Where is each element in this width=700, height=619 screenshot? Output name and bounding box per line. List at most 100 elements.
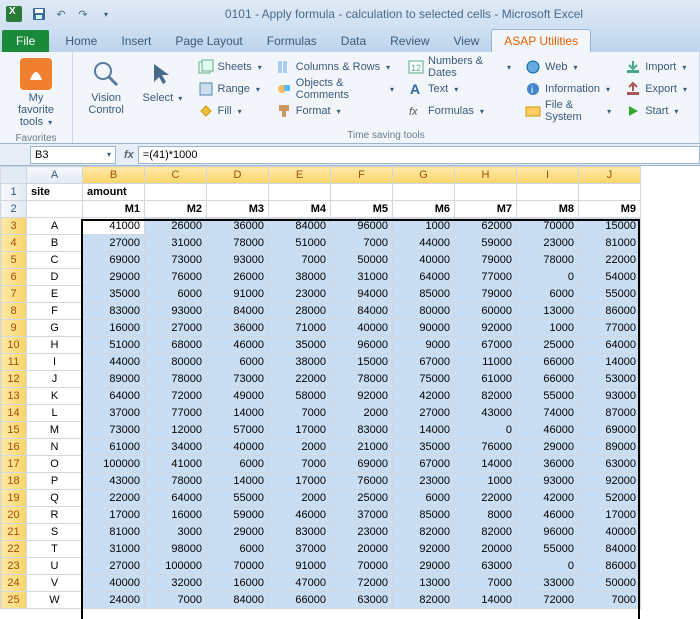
cell[interactable]: 87000 bbox=[579, 405, 641, 422]
select-all-corner[interactable] bbox=[1, 167, 27, 184]
cell[interactable]: 24000 bbox=[83, 592, 145, 609]
cell[interactable]: V bbox=[27, 575, 83, 592]
cell[interactable]: 37000 bbox=[83, 405, 145, 422]
row-header[interactable]: 23 bbox=[1, 558, 27, 575]
cell[interactable]: T bbox=[27, 541, 83, 558]
row-header[interactable]: 6 bbox=[1, 269, 27, 286]
cell[interactable]: 93000 bbox=[145, 303, 207, 320]
tab-review[interactable]: Review bbox=[378, 30, 441, 52]
cell[interactable]: 78000 bbox=[145, 473, 207, 490]
cell[interactable]: U bbox=[27, 558, 83, 575]
cell[interactable]: 29000 bbox=[393, 558, 455, 575]
cell[interactable]: 2000 bbox=[269, 490, 331, 507]
cell[interactable]: 11000 bbox=[455, 354, 517, 371]
cell[interactable]: 96000 bbox=[331, 218, 393, 235]
cell[interactable] bbox=[393, 184, 455, 201]
cell[interactable]: H bbox=[27, 337, 83, 354]
cell[interactable]: 62000 bbox=[455, 218, 517, 235]
cell[interactable]: 41000 bbox=[145, 456, 207, 473]
cell[interactable]: 2000 bbox=[331, 405, 393, 422]
cell[interactable]: 38000 bbox=[269, 269, 331, 286]
row-header[interactable]: 25 bbox=[1, 592, 27, 609]
cell[interactable]: 35000 bbox=[393, 439, 455, 456]
cell[interactable]: 7000 bbox=[269, 252, 331, 269]
cell[interactable]: 55000 bbox=[579, 286, 641, 303]
cell[interactable]: 23000 bbox=[517, 235, 579, 252]
row-header[interactable]: 2 bbox=[1, 201, 27, 218]
cell[interactable]: 83000 bbox=[269, 524, 331, 541]
cell[interactable]: 86000 bbox=[579, 303, 641, 320]
cell[interactable]: 31000 bbox=[145, 235, 207, 252]
cell[interactable]: 7000 bbox=[579, 592, 641, 609]
cell[interactable] bbox=[331, 184, 393, 201]
cell[interactable]: 82000 bbox=[393, 524, 455, 541]
cell[interactable]: 6000 bbox=[207, 354, 269, 371]
cell[interactable]: 92000 bbox=[331, 388, 393, 405]
cell[interactable]: 31000 bbox=[83, 541, 145, 558]
cell[interactable]: 15000 bbox=[579, 218, 641, 235]
cell[interactable]: 37000 bbox=[331, 507, 393, 524]
cell[interactable]: 96000 bbox=[517, 524, 579, 541]
cell[interactable]: M4 bbox=[269, 201, 331, 218]
cell[interactable]: 59000 bbox=[207, 507, 269, 524]
cell[interactable]: 35000 bbox=[269, 337, 331, 354]
cell[interactable]: 73000 bbox=[145, 252, 207, 269]
cell[interactable]: 40000 bbox=[579, 524, 641, 541]
cell[interactable]: 59000 bbox=[455, 235, 517, 252]
row-header[interactable]: 18 bbox=[1, 473, 27, 490]
cell[interactable]: 100000 bbox=[83, 456, 145, 473]
information-button[interactable]: iInformation▾ bbox=[521, 78, 615, 100]
cell[interactable] bbox=[27, 201, 83, 218]
cell[interactable] bbox=[517, 184, 579, 201]
cell[interactable]: 1000 bbox=[517, 320, 579, 337]
cell[interactable]: 63000 bbox=[455, 558, 517, 575]
cell[interactable]: 25000 bbox=[331, 490, 393, 507]
fill-button[interactable]: Fill▾ bbox=[194, 100, 266, 122]
cell[interactable]: 22000 bbox=[269, 371, 331, 388]
text-button[interactable]: AText▾ bbox=[404, 78, 515, 100]
row-header[interactable]: 22 bbox=[1, 541, 27, 558]
cell[interactable]: 49000 bbox=[207, 388, 269, 405]
cell[interactable]: 1000 bbox=[455, 473, 517, 490]
cell[interactable]: 14000 bbox=[455, 456, 517, 473]
cell[interactable]: 29000 bbox=[83, 269, 145, 286]
cell[interactable]: 70000 bbox=[517, 218, 579, 235]
cell[interactable]: J bbox=[27, 371, 83, 388]
cell[interactable]: 36000 bbox=[517, 456, 579, 473]
cell[interactable]: 31000 bbox=[331, 269, 393, 286]
format-button[interactable]: Format▾ bbox=[272, 100, 398, 122]
cell[interactable]: 43000 bbox=[455, 405, 517, 422]
cell[interactable]: M1 bbox=[83, 201, 145, 218]
cell[interactable]: 27000 bbox=[83, 235, 145, 252]
worksheet-grid[interactable]: ABCDEFGHIJ1siteamount2M1M2M3M4M5M6M7M8M9… bbox=[0, 166, 700, 619]
cell[interactable]: D bbox=[27, 269, 83, 286]
cell[interactable]: 73000 bbox=[207, 371, 269, 388]
formulas-button[interactable]: fxFormulas▾ bbox=[404, 100, 515, 122]
sheets-button[interactable]: Sheets▾ bbox=[194, 56, 266, 78]
cell[interactable] bbox=[579, 184, 641, 201]
select-button[interactable]: Select ▾ bbox=[137, 56, 187, 107]
cell[interactable]: 98000 bbox=[145, 541, 207, 558]
cell[interactable]: 69000 bbox=[331, 456, 393, 473]
cell[interactable] bbox=[145, 184, 207, 201]
cell[interactable]: 17000 bbox=[83, 507, 145, 524]
cell[interactable]: A bbox=[27, 218, 83, 235]
row-header[interactable]: 1 bbox=[1, 184, 27, 201]
redo-icon[interactable]: ↷ bbox=[74, 5, 92, 23]
cell[interactable]: 29000 bbox=[207, 524, 269, 541]
cell[interactable]: 8000 bbox=[455, 507, 517, 524]
cell[interactable]: 85000 bbox=[393, 507, 455, 524]
cell[interactable]: P bbox=[27, 473, 83, 490]
cell[interactable]: N bbox=[27, 439, 83, 456]
cell[interactable]: 68000 bbox=[145, 337, 207, 354]
cell[interactable]: 38000 bbox=[269, 354, 331, 371]
cell[interactable]: 0 bbox=[517, 269, 579, 286]
cell[interactable] bbox=[269, 184, 331, 201]
tab-data[interactable]: Data bbox=[329, 30, 378, 52]
cell[interactable]: S bbox=[27, 524, 83, 541]
chevron-down-icon[interactable]: ▾ bbox=[107, 150, 111, 159]
cell[interactable]: 14000 bbox=[207, 473, 269, 490]
cell[interactable]: 14000 bbox=[455, 592, 517, 609]
cell[interactable]: 41000 bbox=[83, 218, 145, 235]
cell[interactable]: 79000 bbox=[455, 252, 517, 269]
